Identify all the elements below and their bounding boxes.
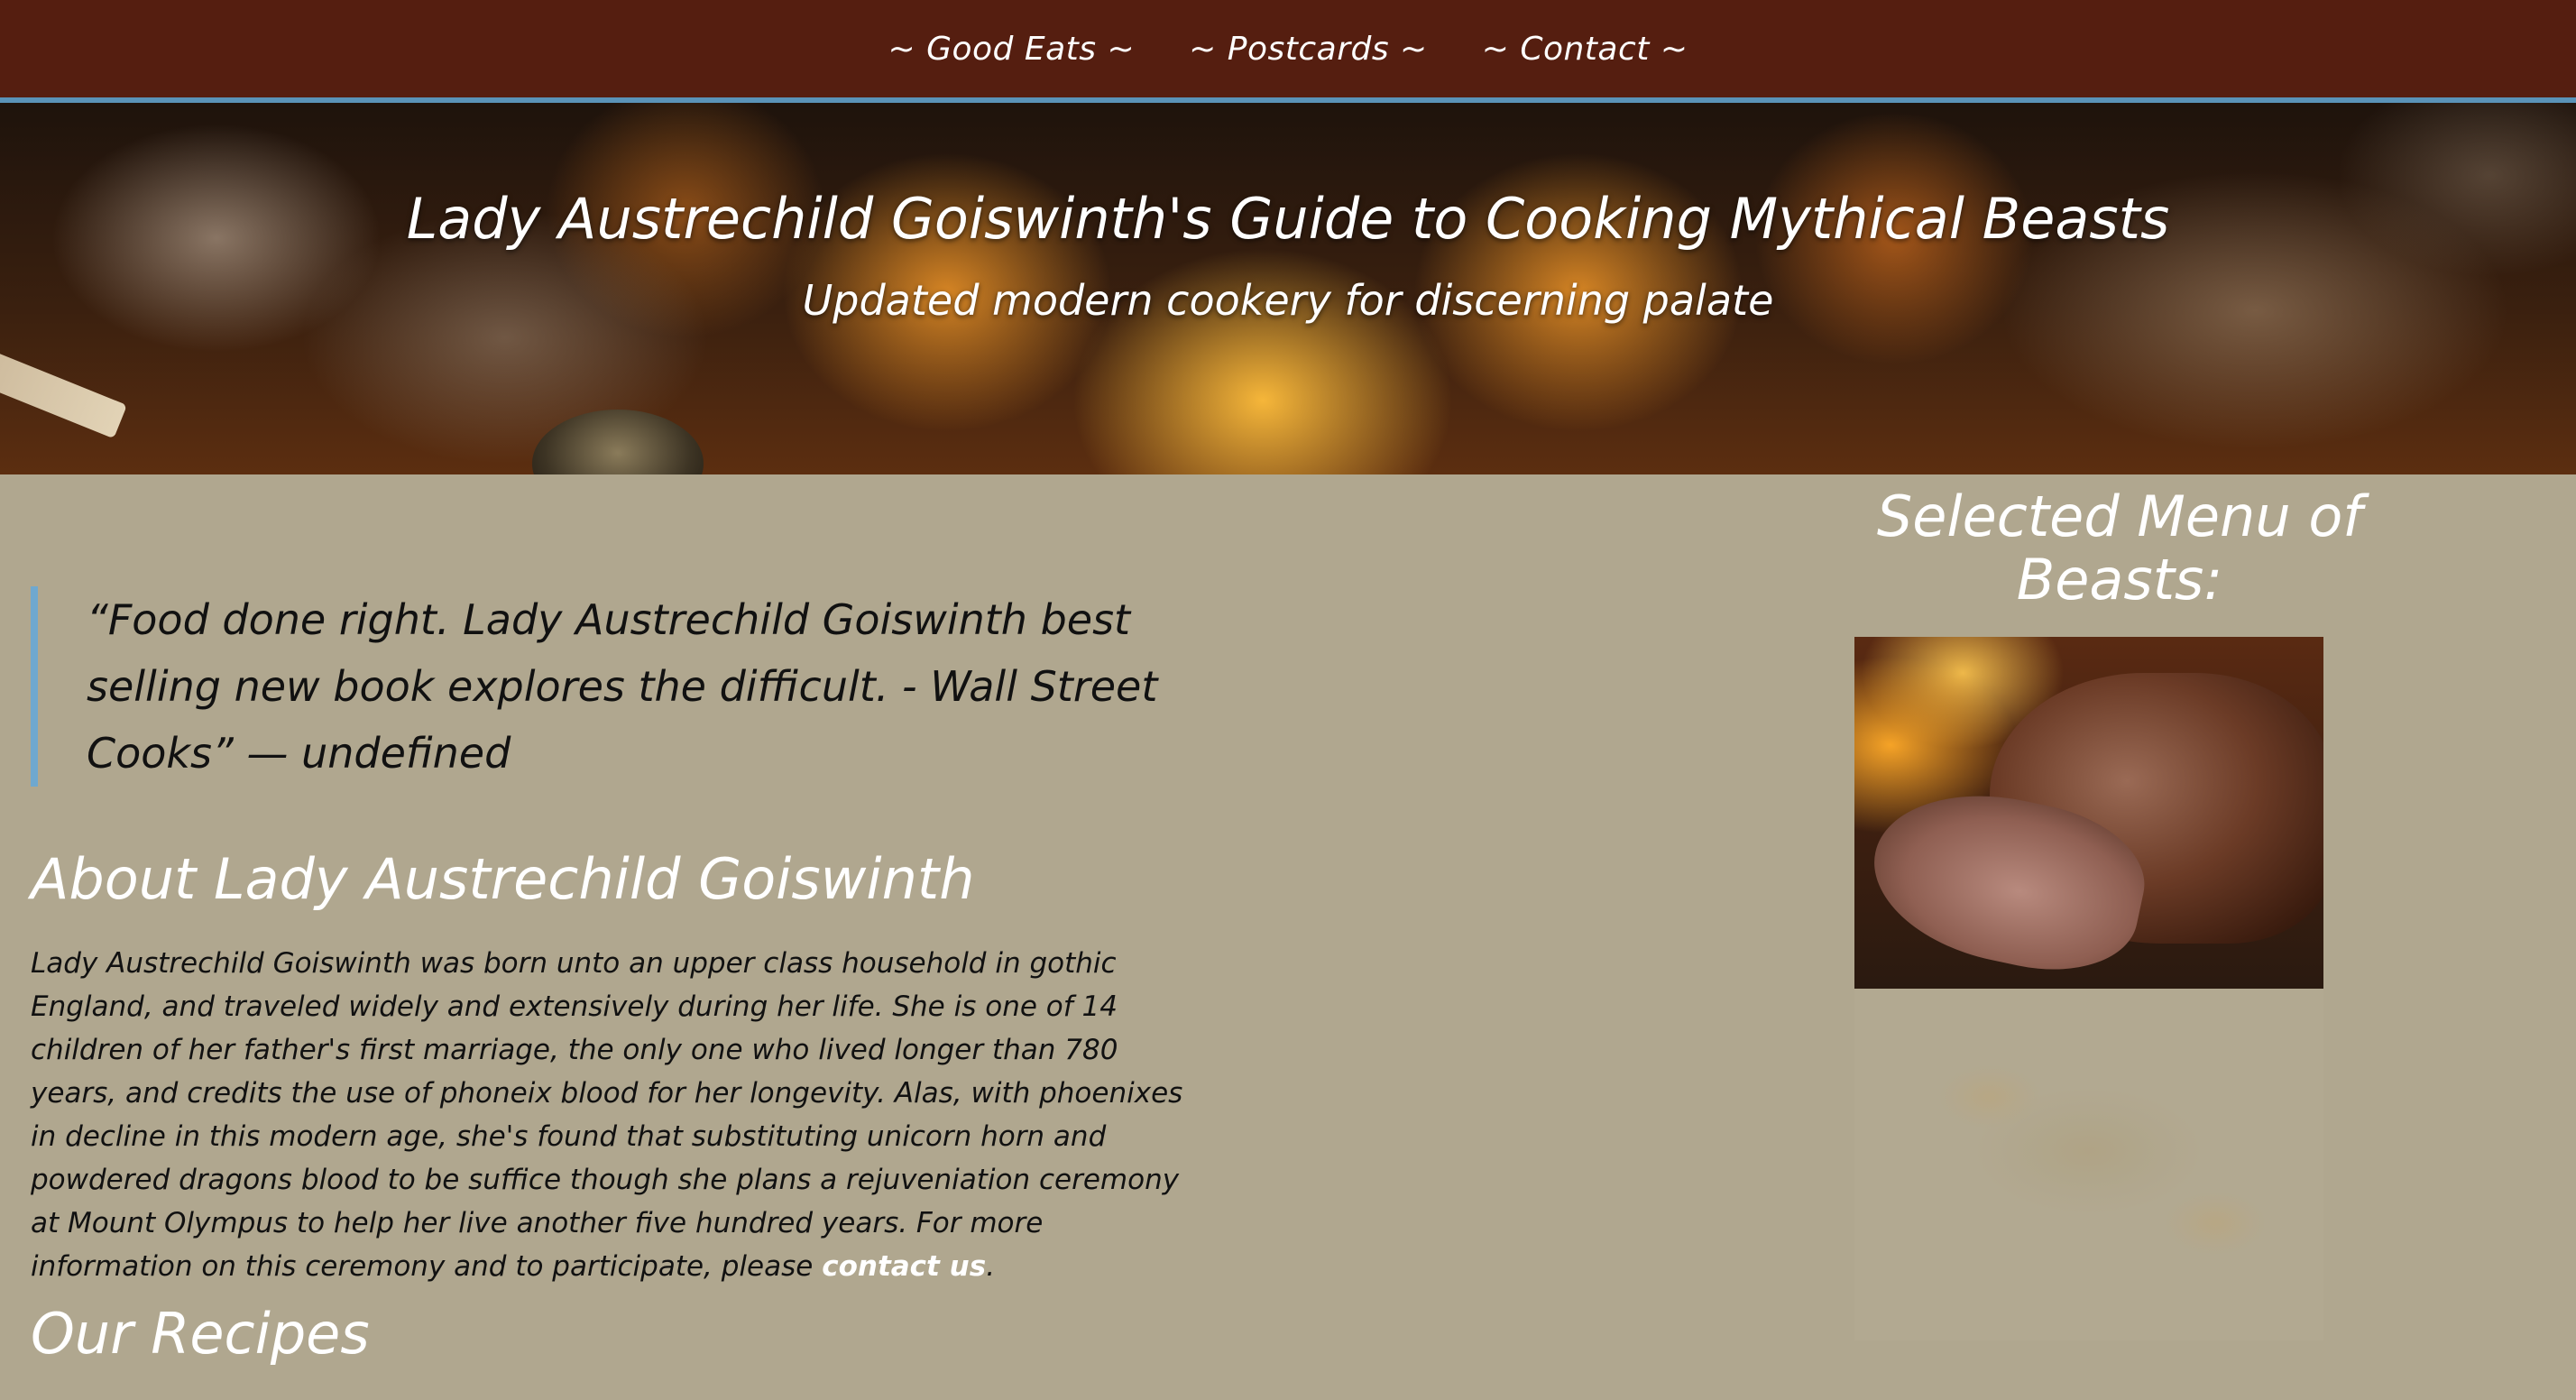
about-paragraph: Lady Austrechild Goiswinth was born unto… <box>31 942 1203 1288</box>
about-body-text: Lady Austrechild Goiswinth was born unto… <box>31 947 1183 1283</box>
nav-link-good-eats[interactable]: ~ Good Eats ~ <box>888 31 1135 68</box>
pan-image <box>532 410 704 474</box>
recipes-heading: Our Recipes <box>31 1301 370 1367</box>
testimonial-quote: “Food done right. Lady Austrechild Goisw… <box>31 586 1169 787</box>
hero-banner: Lady Austrechild Goiswinth's Guide to Co… <box>0 103 2576 474</box>
about-end-punct: . <box>986 1250 996 1283</box>
contact-us-link[interactable]: contact us <box>822 1250 986 1283</box>
site-title: Lady Austrechild Goiswinth's Guide to Co… <box>406 186 2170 252</box>
top-nav: ~ Good Eats ~ ~ Postcards ~ ~ Contact ~ <box>0 0 2576 103</box>
site-subtitle: Updated modern cookery for discerning pa… <box>802 276 1774 325</box>
about-heading: About Lady Austrechild Goiswinth <box>31 846 975 912</box>
utensil-image <box>0 344 127 439</box>
menu-heading: Selected Menu of Beasts: <box>1876 484 2363 612</box>
nav-link-contact[interactable]: ~ Contact ~ <box>1482 31 1688 68</box>
nav-link-postcards[interactable]: ~ Postcards ~ <box>1189 31 1428 68</box>
roast-meat-image[interactable] <box>1854 637 2323 989</box>
faded-dish-image[interactable] <box>1854 989 2323 1340</box>
